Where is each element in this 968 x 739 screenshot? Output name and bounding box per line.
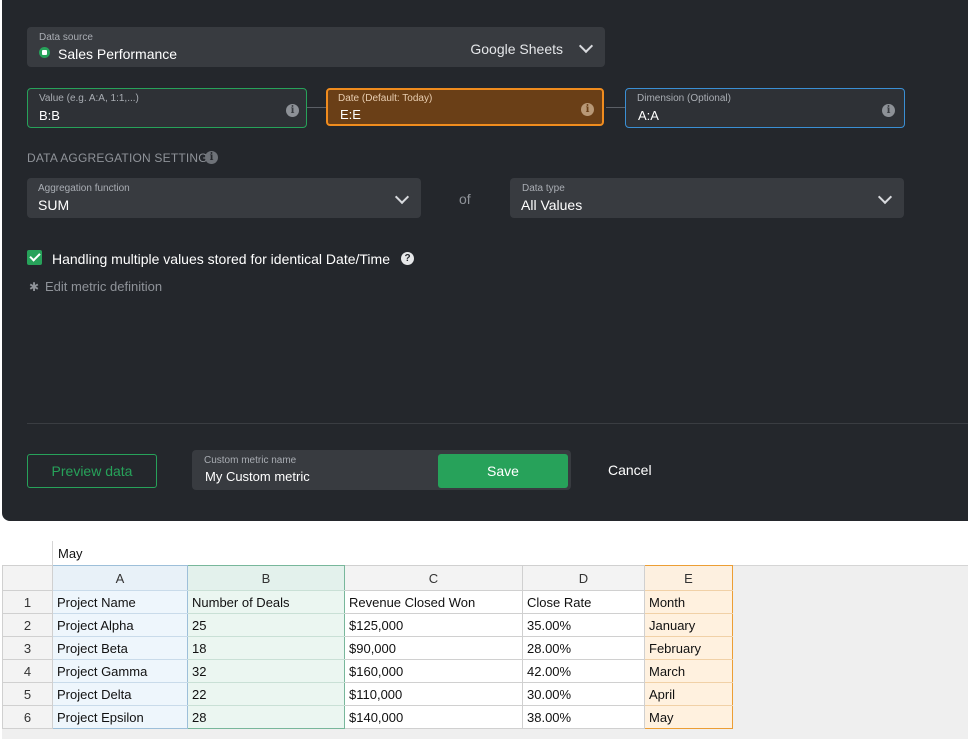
aggregation-function-select[interactable]: Aggregation function SUM: [27, 178, 421, 218]
column-header-row: A B C D E: [2, 565, 733, 591]
column-header[interactable]: B: [187, 565, 345, 591]
date-range-label: Date (Default: Today): [338, 93, 433, 104]
footer-divider: [27, 423, 968, 424]
dimension-range-label: Dimension (Optional): [637, 93, 731, 104]
check-icon: [29, 250, 41, 262]
table-row: 1 Project Name Number of Deals Revenue C…: [2, 590, 733, 614]
info-icon[interactable]: i: [205, 151, 218, 164]
save-button[interactable]: Save: [438, 454, 568, 488]
cell[interactable]: Project Alpha: [52, 613, 188, 637]
cell[interactable]: Project Gamma: [52, 659, 188, 683]
formula-bar-value[interactable]: May: [58, 546, 83, 561]
dimension-range-field[interactable]: Dimension (Optional) A:A i: [625, 88, 905, 128]
value-range-field[interactable]: Value (e.g. A:A, 1:1,...) B:B i: [27, 88, 307, 128]
cell[interactable]: April: [644, 682, 733, 706]
column-header[interactable]: E: [644, 565, 733, 591]
info-icon[interactable]: i: [581, 103, 594, 116]
dimension-range-input: A:A: [638, 108, 659, 123]
cell[interactable]: 35.00%: [522, 613, 645, 637]
column-header[interactable]: C: [344, 565, 523, 591]
spreadsheet-view: May A B C D E 1 Project Name Number of D…: [2, 541, 968, 739]
cell[interactable]: 38.00%: [522, 705, 645, 729]
cell[interactable]: May: [644, 705, 733, 729]
chevron-down-icon: [877, 189, 893, 205]
table-row: 4 Project Gamma 32 $160,000 42.00% March: [2, 659, 733, 683]
preview-data-button[interactable]: Preview data: [27, 454, 157, 488]
data-type-value: All Values: [521, 197, 583, 213]
formula-bar-cell-ref: [2, 541, 53, 565]
cancel-button[interactable]: Cancel: [608, 462, 652, 478]
cell[interactable]: 25: [187, 613, 345, 637]
row-number[interactable]: 4: [2, 659, 53, 683]
row-number[interactable]: 1: [2, 590, 53, 614]
cell[interactable]: Number of Deals: [187, 590, 345, 614]
column-header[interactable]: A: [52, 565, 188, 591]
cell[interactable]: $160,000: [344, 659, 523, 683]
date-range-field[interactable]: Date (Default: Today) E:E i: [326, 88, 604, 126]
cell[interactable]: March: [644, 659, 733, 683]
cell[interactable]: 28: [187, 705, 345, 729]
cell[interactable]: $140,000: [344, 705, 523, 729]
chevron-down-icon: [394, 189, 410, 205]
connector-line: [606, 107, 626, 108]
cell[interactable]: 42.00%: [522, 659, 645, 683]
data-type-label: Data type: [522, 183, 565, 194]
data-type-select[interactable]: Data type All Values: [510, 178, 904, 218]
data-source-select[interactable]: Data source Sales Performance Google She…: [27, 27, 605, 67]
data-source-name: Sales Performance: [58, 46, 178, 62]
aggregation-section-title: DATA AGGREGATION SETTINGS: [27, 151, 217, 165]
cell[interactable]: Project Name: [52, 590, 188, 614]
table-row: 2 Project Alpha 25 $125,000 35.00% Janua…: [2, 613, 733, 637]
cell[interactable]: $90,000: [344, 636, 523, 660]
cell[interactable]: 28.00%: [522, 636, 645, 660]
info-icon[interactable]: i: [286, 104, 299, 117]
cell[interactable]: $125,000: [344, 613, 523, 637]
cell[interactable]: Close Rate: [522, 590, 645, 614]
google-sheets-icon: [39, 47, 50, 58]
edit-metric-link[interactable]: Edit metric definition: [45, 279, 162, 294]
handling-checkbox[interactable]: [27, 250, 42, 265]
cell[interactable]: 30.00%: [522, 682, 645, 706]
table-row: 3 Project Beta 18 $90,000 28.00% Februar…: [2, 636, 733, 660]
row-number[interactable]: 5: [2, 682, 53, 706]
cell[interactable]: $110,000: [344, 682, 523, 706]
column-header[interactable]: D: [522, 565, 645, 591]
metric-config-panel: Data source Sales Performance Google She…: [2, 0, 968, 521]
chevron-down-icon: [578, 38, 594, 54]
of-text: of: [459, 191, 471, 207]
cell[interactable]: Project Delta: [52, 682, 188, 706]
cell[interactable]: 22: [187, 682, 345, 706]
cell[interactable]: 32: [187, 659, 345, 683]
cell[interactable]: January: [644, 613, 733, 637]
row-number[interactable]: 3: [2, 636, 53, 660]
help-icon[interactable]: ?: [401, 252, 414, 265]
aggregation-function-value: SUM: [38, 197, 70, 213]
date-range-input: E:E: [340, 107, 361, 122]
formula-bar: May: [2, 541, 968, 566]
cell[interactable]: February: [644, 636, 733, 660]
connector-line: [307, 107, 327, 108]
row-number[interactable]: 6: [2, 705, 53, 729]
data-source-label: Data source: [39, 32, 93, 43]
cell[interactable]: Project Epsilon: [52, 705, 188, 729]
handling-label[interactable]: Handling multiple values stored for iden…: [52, 251, 390, 267]
cell[interactable]: 18: [187, 636, 345, 660]
custom-metric-name-input: My Custom metric: [205, 469, 310, 484]
cell[interactable]: Month: [644, 590, 733, 614]
cell[interactable]: Project Beta: [52, 636, 188, 660]
table-row: 5 Project Delta 22 $110,000 30.00% April: [2, 682, 733, 706]
custom-metric-name-label: Custom metric name: [204, 455, 297, 466]
aggregation-function-label: Aggregation function: [38, 183, 130, 194]
table-row: 6 Project Epsilon 28 $140,000 38.00% May: [2, 705, 733, 729]
data-source-provider: Google Sheets: [470, 41, 563, 57]
value-range-input: B:B: [39, 108, 60, 123]
value-range-label: Value (e.g. A:A, 1:1,...): [39, 93, 139, 104]
select-all-corner[interactable]: [2, 565, 53, 591]
gear-icon: ✱: [29, 280, 40, 294]
cell[interactable]: Revenue Closed Won: [344, 590, 523, 614]
info-icon[interactable]: i: [882, 104, 895, 117]
row-number[interactable]: 2: [2, 613, 53, 637]
spreadsheet-grid: A B C D E 1 Project Name Number of Deals…: [2, 565, 733, 729]
